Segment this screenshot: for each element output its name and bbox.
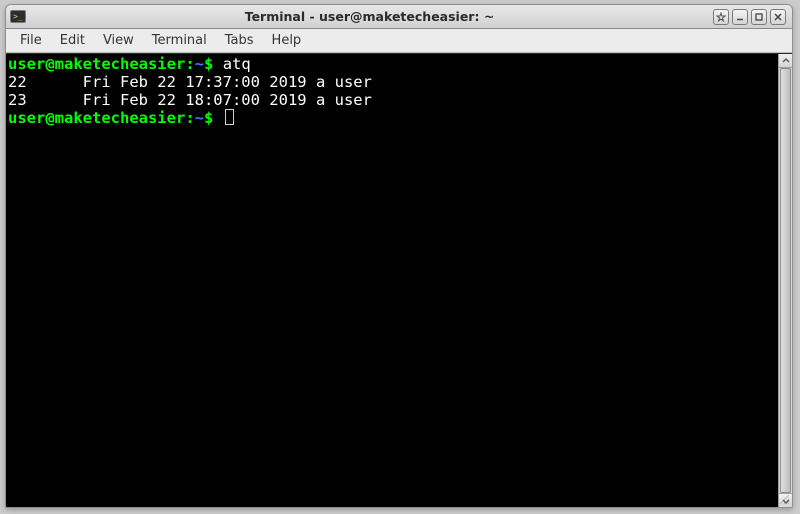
close-button[interactable]: [770, 9, 786, 25]
output-line: 23 Fri Feb 22 18:07:00 2019 a user: [8, 91, 372, 109]
prompt-colon: :: [185, 109, 194, 127]
terminal-icon: >_: [10, 9, 26, 25]
prompt-path: ~: [195, 109, 204, 127]
output-line: 22 Fri Feb 22 17:37:00 2019 a user: [8, 73, 372, 91]
command-text: atq: [223, 55, 251, 73]
prompt-sigil: $: [204, 109, 213, 127]
menu-help[interactable]: Help: [264, 30, 310, 51]
minimize-icon: [735, 12, 745, 22]
menu-edit[interactable]: Edit: [52, 30, 93, 51]
menu-file[interactable]: File: [12, 30, 50, 51]
resize-grip-icon[interactable]: [776, 493, 790, 505]
titlebar[interactable]: >_ Terminal - user@maketecheasier: ~: [6, 5, 792, 29]
menu-terminal[interactable]: Terminal: [144, 30, 215, 51]
prompt-user-host: user@maketecheasier: [8, 55, 185, 73]
svg-text:>_: >_: [13, 12, 23, 21]
terminal-output[interactable]: user@maketecheasier:~$ atq 22 Fri Feb 22…: [6, 54, 778, 507]
menubar: File Edit View Terminal Tabs Help: [6, 29, 792, 53]
maximize-icon: [754, 12, 764, 22]
scroll-thumb[interactable]: [780, 68, 791, 493]
sticky-icon: [716, 12, 726, 22]
prompt-sigil: $: [204, 55, 213, 73]
chevron-up-icon: [782, 57, 790, 65]
scroll-track[interactable]: [779, 68, 792, 493]
maximize-button[interactable]: [751, 9, 767, 25]
terminal-window: >_ Terminal - user@maketecheasier: ~ Fil…: [5, 4, 793, 508]
sticky-button[interactable]: [713, 9, 729, 25]
menu-tabs[interactable]: Tabs: [217, 30, 262, 51]
terminal-area: user@maketecheasier:~$ atq 22 Fri Feb 22…: [6, 53, 792, 507]
cursor: [225, 109, 234, 125]
window-buttons: [713, 9, 786, 25]
prompt-user-host: user@maketecheasier: [8, 109, 185, 127]
window-title: Terminal - user@maketecheasier: ~: [32, 9, 707, 24]
close-icon: [773, 12, 783, 22]
minimize-button[interactable]: [732, 9, 748, 25]
prompt-colon: :: [185, 55, 194, 73]
scrollbar[interactable]: [778, 54, 792, 507]
prompt-path: ~: [195, 55, 204, 73]
menu-view[interactable]: View: [95, 30, 142, 51]
scroll-up-button[interactable]: [779, 54, 792, 68]
